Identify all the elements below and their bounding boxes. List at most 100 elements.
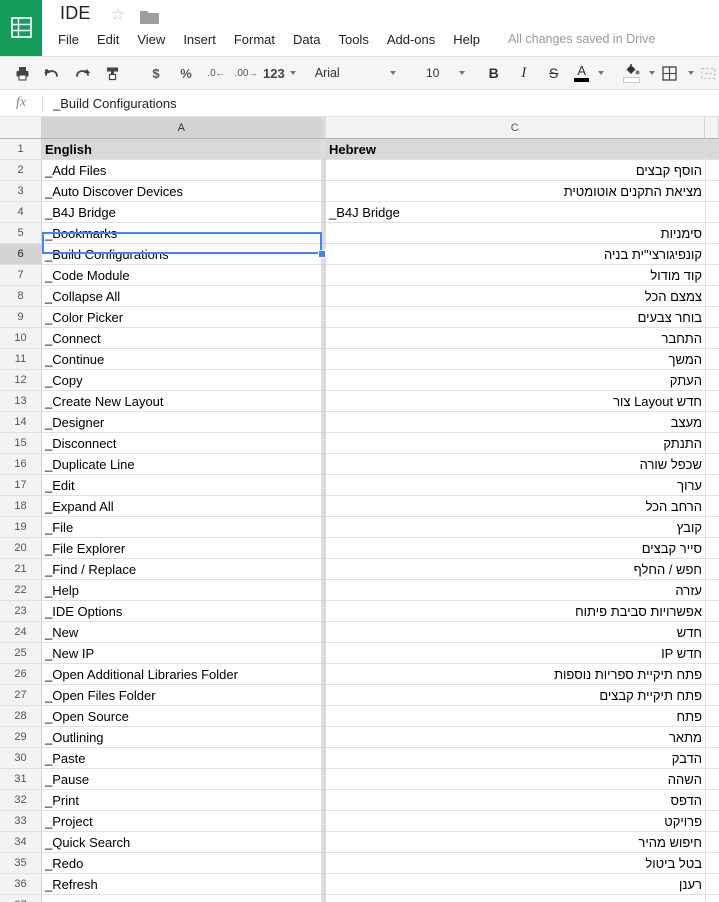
cell-a4[interactable]: _B4J Bridge <box>42 202 322 223</box>
column-header-c[interactable]: C <box>325 117 706 138</box>
cell-c14[interactable]: מעצב <box>326 412 706 433</box>
row-header-5[interactable]: 5 <box>0 223 42 244</box>
cell-a3[interactable]: _Auto Discover Devices <box>42 181 322 202</box>
row-header-1[interactable]: 1 <box>0 139 42 160</box>
cell-a20[interactable]: _File Explorer <box>42 538 322 559</box>
cell-d21[interactable] <box>706 559 719 580</box>
menu-item-view[interactable]: View <box>137 32 165 47</box>
strikethrough-button[interactable]: S <box>541 61 567 85</box>
increase-decimal-button[interactable]: .00 → <box>233 61 259 85</box>
chevron-down-icon[interactable] <box>597 71 604 75</box>
row-header-14[interactable]: 14 <box>0 412 42 433</box>
cell-d31[interactable] <box>706 769 719 790</box>
cell-d29[interactable] <box>706 727 719 748</box>
bold-button[interactable]: B <box>481 61 507 85</box>
cell-d4[interactable] <box>706 202 719 223</box>
row-header-23[interactable]: 23 <box>0 601 42 622</box>
row-header-31[interactable]: 31 <box>0 769 42 790</box>
cell-d28[interactable] <box>706 706 719 727</box>
cell-a34[interactable]: _Quick Search <box>42 832 322 853</box>
column-header-d[interactable] <box>705 117 719 138</box>
row-header-33[interactable]: 33 <box>0 811 42 832</box>
document-title[interactable]: IDE <box>60 3 91 24</box>
cell-a23[interactable]: _IDE Options <box>42 601 322 622</box>
fill-color-button[interactable] <box>620 63 644 83</box>
cell-a29[interactable]: _Outlining <box>42 727 322 748</box>
cell-c13[interactable]: צור Layout חדש <box>326 391 706 412</box>
cell-c10[interactable]: התחבר <box>326 328 706 349</box>
cell-c8[interactable]: צמצם הכל <box>326 286 706 307</box>
cell-a1[interactable]: English <box>42 139 322 160</box>
cell-a17[interactable]: _Edit <box>42 475 322 496</box>
cell-c16[interactable]: שכפל שורה <box>326 454 706 475</box>
cell-d32[interactable] <box>706 790 719 811</box>
menu-item-insert[interactable]: Insert <box>183 32 216 47</box>
menu-item-tools[interactable]: Tools <box>338 32 368 47</box>
row-header-8[interactable]: 8 <box>0 286 42 307</box>
redo-arrow-icon[interactable] <box>69 61 95 85</box>
row-header-4[interactable]: 4 <box>0 202 42 223</box>
cell-a11[interactable]: _Continue <box>42 349 322 370</box>
cell-c34[interactable]: חיפוש מהיר <box>326 832 706 853</box>
cell-d24[interactable] <box>706 622 719 643</box>
cell-d27[interactable] <box>706 685 719 706</box>
menu-item-format[interactable]: Format <box>234 32 275 47</box>
cell-c29[interactable]: מתאר <box>326 727 706 748</box>
cell-d18[interactable] <box>706 496 719 517</box>
cell-c28[interactable]: פתח <box>326 706 706 727</box>
row-header-32[interactable]: 32 <box>0 790 42 811</box>
cell-c31[interactable]: השהה <box>326 769 706 790</box>
cell-a25[interactable]: _New IP <box>42 643 322 664</box>
percent-format-button[interactable]: % <box>173 61 199 85</box>
chevron-down-icon[interactable] <box>648 71 655 75</box>
cell-a18[interactable]: _Expand All <box>42 496 322 517</box>
row-header-21[interactable]: 21 <box>0 559 42 580</box>
row-header-30[interactable]: 30 <box>0 748 42 769</box>
row-header-15[interactable]: 15 <box>0 433 42 454</box>
folder-icon[interactable] <box>140 9 159 24</box>
cell-c22[interactable]: עזרה <box>326 580 706 601</box>
row-header-10[interactable]: 10 <box>0 328 42 349</box>
cell-c1[interactable]: Hebrew <box>326 139 706 160</box>
cell-a35[interactable]: _Redo <box>42 853 322 874</box>
cell-d25[interactable] <box>706 643 719 664</box>
italic-button[interactable]: I <box>511 61 537 85</box>
cell-d22[interactable] <box>706 580 719 601</box>
cell-c36[interactable]: רענן <box>326 874 706 895</box>
cell-c33[interactable]: פרויקט <box>326 811 706 832</box>
row-header-28[interactable]: 28 <box>0 706 42 727</box>
formula-input[interactable]: _Build Configurations <box>43 96 719 111</box>
cell-d3[interactable] <box>706 181 719 202</box>
cell-d19[interactable] <box>706 517 719 538</box>
chevron-down-icon[interactable] <box>389 71 396 75</box>
cell-a13[interactable]: _Create New Layout <box>42 391 322 412</box>
cell-a24[interactable]: _New <box>42 622 322 643</box>
undo-arrow-icon[interactable] <box>39 61 65 85</box>
cell-c2[interactable]: הוסף קבצים <box>326 160 706 181</box>
chevron-down-icon[interactable] <box>458 71 465 75</box>
cell-d11[interactable] <box>706 349 719 370</box>
cell-c7[interactable]: קוד מודול <box>326 265 706 286</box>
cell-a30[interactable]: _Paste <box>42 748 322 769</box>
row-header-27[interactable]: 27 <box>0 685 42 706</box>
cell-a8[interactable]: _Collapse All <box>42 286 322 307</box>
cell-d15[interactable] <box>706 433 719 454</box>
cell-c17[interactable]: ערוך <box>326 475 706 496</box>
row-header-25[interactable]: 25 <box>0 643 42 664</box>
cell-d12[interactable] <box>706 370 719 391</box>
cell-d1[interactable] <box>706 139 719 160</box>
row-header-19[interactable]: 19 <box>0 517 42 538</box>
font-size-select[interactable]: 10 <box>410 66 456 80</box>
cell-c15[interactable]: התנתק <box>326 433 706 454</box>
cell-c6[interactable]: קונפיגורצי"ית בניה <box>326 244 706 265</box>
currency-format-button[interactable]: $ <box>143 61 169 85</box>
cell-a22[interactable]: _Help <box>42 580 322 601</box>
row-header-11[interactable]: 11 <box>0 349 42 370</box>
row-header-9[interactable]: 9 <box>0 307 42 328</box>
cell-c32[interactable]: הדפס <box>326 790 706 811</box>
number-format-button[interactable]: 123 <box>263 61 285 85</box>
font-family-select[interactable]: Arial <box>310 66 387 80</box>
sheets-logo[interactable] <box>0 0 42 56</box>
cell-a10[interactable]: _Connect <box>42 328 322 349</box>
row-header-26[interactable]: 26 <box>0 664 42 685</box>
